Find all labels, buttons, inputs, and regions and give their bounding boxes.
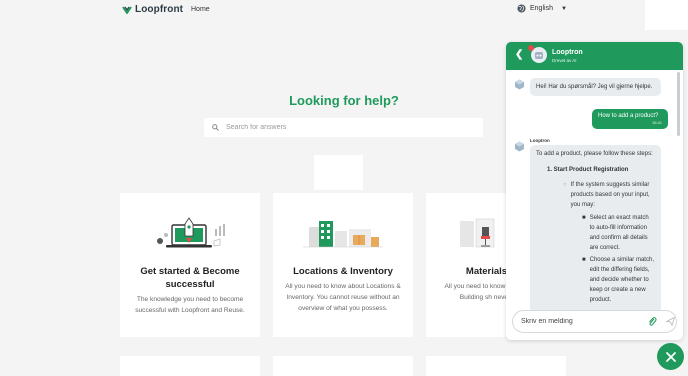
paperclip-icon[interactable] xyxy=(647,316,657,327)
bot-message: Hei! Har du spørsmål? Jeg vil gjerne hje… xyxy=(530,78,661,96)
brand-name: Loopfront xyxy=(135,4,184,15)
square-bullet-icon: ■ xyxy=(582,215,586,221)
top-navigation: Loopfront Home English ▼ xyxy=(0,0,645,24)
card-title: Get started & Become successful xyxy=(140,266,240,290)
reply-sub-item: ○ If the system suggests similar product… xyxy=(536,180,655,210)
globe-icon xyxy=(517,4,526,13)
buildings-illustration xyxy=(303,221,383,248)
close-chat-button[interactable] xyxy=(657,343,684,370)
reply-sub-item-text: If the system suggests similar products … xyxy=(570,182,650,208)
card-title: Locations & Inventory xyxy=(293,266,393,277)
reply-option-text: Select an exact match to auto-fill infor… xyxy=(589,215,649,251)
category-card-row2-1[interactable] xyxy=(120,356,260,376)
header-corner xyxy=(645,0,688,30)
reply-intro: To add a product, please follow these st… xyxy=(536,151,653,157)
card-description: The knowledge you need to become success… xyxy=(135,296,245,314)
back-arrow-icon[interactable]: ❮ xyxy=(515,49,523,60)
reply-option: ■ Select an exact match to auto-fill inf… xyxy=(536,213,655,253)
placeholder-tile xyxy=(314,155,363,190)
chat-bot-name: Looptron xyxy=(552,49,583,56)
category-card-row2-3[interactable] xyxy=(426,356,566,376)
reply-step-title: 1. Start Product Registration xyxy=(547,167,629,173)
category-card-row2-2[interactable] xyxy=(273,356,413,376)
user-message-text: How to add a product? xyxy=(598,113,659,119)
category-card-get-started[interactable]: Get started & Become successful The know… xyxy=(120,193,260,337)
message-input[interactable] xyxy=(521,318,631,325)
loopfront-logo-icon xyxy=(122,5,132,14)
chat-widget: ❮ Looptron Drevet av AI Hei! Har du spør… xyxy=(506,42,683,340)
bot-avatar-icon xyxy=(515,141,524,152)
brand-logo[interactable]: Loopfront xyxy=(122,4,183,15)
caret-down-icon: ▼ xyxy=(560,5,567,12)
search-icon xyxy=(212,124,219,131)
message-composer xyxy=(512,310,677,333)
chat-subtitle: Drevet av AI xyxy=(552,58,577,63)
reply-option-text: Choose a similar match, edit the differi… xyxy=(589,257,654,303)
rocket-laptop-illustration xyxy=(157,217,225,248)
close-icon xyxy=(665,351,676,362)
nav-home-link[interactable]: Home xyxy=(191,6,210,13)
square-bullet-icon: ■ xyxy=(582,257,586,263)
bot-reply-label: Looptron xyxy=(530,138,550,143)
reply-option: ■ Choose a similar match, edit the diffe… xyxy=(536,255,655,305)
bot-avatar-icon xyxy=(515,79,524,90)
language-selector[interactable]: English ▼ xyxy=(517,4,567,13)
chat-scrollbar[interactable] xyxy=(677,72,680,136)
search-input[interactable] xyxy=(226,124,466,131)
circle-bullet-icon: ○ xyxy=(563,182,567,188)
bot-reply: To add a product, please follow these st… xyxy=(530,145,661,315)
chat-header: ❮ Looptron Drevet av AI xyxy=(506,42,683,70)
send-icon[interactable] xyxy=(666,317,675,326)
search-box[interactable] xyxy=(204,118,483,137)
language-label: English xyxy=(530,5,553,12)
category-card-locations[interactable]: Locations & Inventory All you need to kn… xyxy=(273,193,413,337)
user-message: How to add a product? 16:41 xyxy=(592,109,668,129)
message-time: 16:41 xyxy=(651,120,662,125)
notification-badge xyxy=(528,45,534,51)
card-description: All you need to know about Locations & I… xyxy=(285,283,401,312)
